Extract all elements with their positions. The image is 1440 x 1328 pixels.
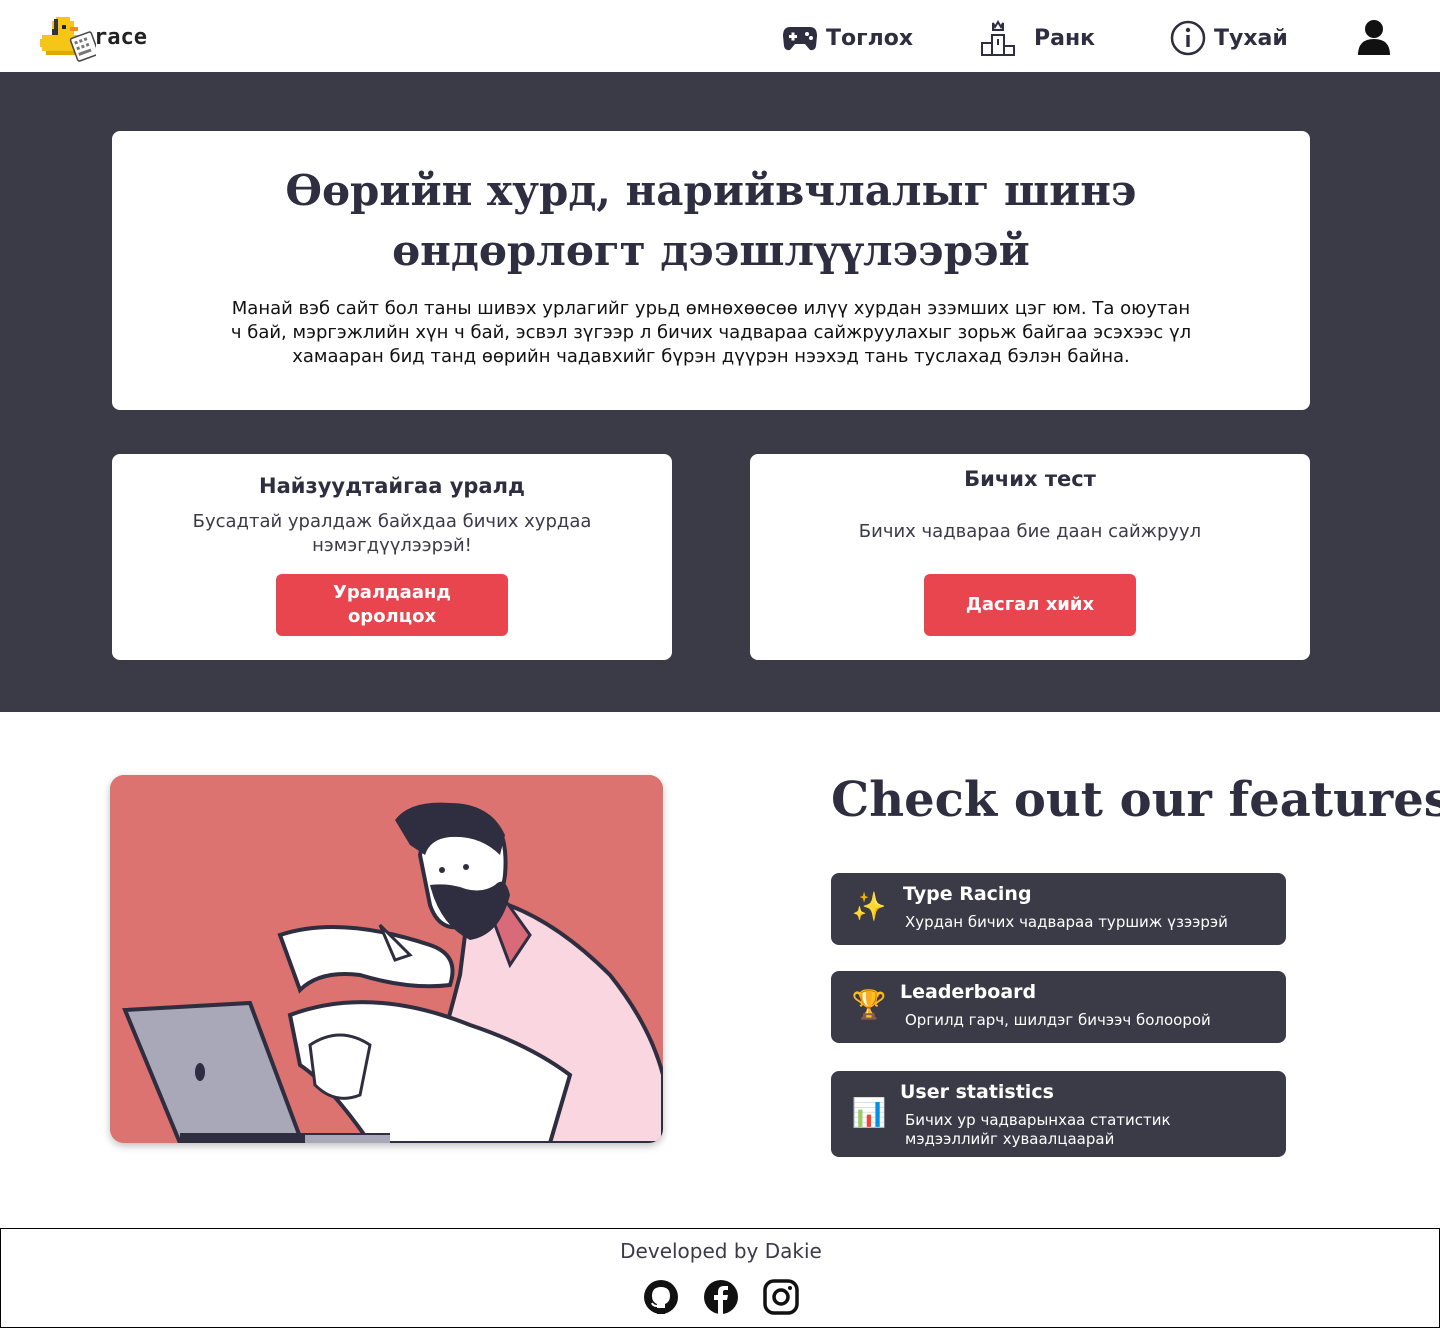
feature-leaderboard[interactable]: 🏆 Leaderboard Оргилд гарч, шилдэг бичээч… [831,971,1286,1043]
feature-title: User statistics [900,1081,1054,1103]
logo[interactable]: race [40,12,160,64]
hero-section: Өөрийн хурд, нарийвчлалыг шинэ өндөрлөгт… [0,72,1440,712]
navbar: race Тоглох Ранк Тухай [0,0,1440,72]
feature-title: Type Racing [903,883,1032,905]
race-card-title: Найзуудтайгаа уралд [259,474,525,498]
nav-play-label: Тоглох [826,25,914,51]
logo-text: race [94,24,147,50]
join-race-button[interactable]: Уралдаанд оролцох [276,574,508,636]
race-card-text: Бусадтай уралдаж байхдаа бичих хурдаа нэ… [192,511,592,556]
feature-desc: Хурдан бичих чадвараа туршиж үзээрэй [905,913,1228,931]
hero-text: Манай вэб сайт бол таны шивэх урлагийг у… [230,298,1192,367]
nav-rank[interactable]: Ранк [980,18,1095,58]
footer: Developed by Dakie [0,1228,1440,1328]
test-card-text: Бичих чадвараа бие даан сайжруул [858,521,1202,542]
test-card-title: Бичих тест [964,467,1096,491]
hero-card: Өөрийн хурд, нарийвчлалыг шинэ өндөрлөгт… [112,131,1310,410]
nav-about-label: Тухай [1214,25,1288,51]
info-icon [1170,20,1206,56]
github-icon[interactable] [643,1279,679,1315]
podium-icon [981,20,1015,56]
nav-rank-label: Ранк [1034,25,1096,51]
hero-title: Өөрийн хурд, нарийвчлалыг шинэ өндөрлөгт… [285,166,1137,275]
feature-title: Leaderboard [900,981,1037,1003]
nav-about[interactable]: Тухай [1170,18,1288,58]
instagram-icon[interactable] [763,1279,799,1315]
sparkles-icon: ✨ [851,891,887,922]
feature-desc: Бичих ур чадварынхаа статистик мэдээллий… [905,1111,1171,1148]
nav-play[interactable]: Тоглох [782,18,913,58]
illustration-drawing [110,775,663,1143]
test-card: Бичих тест Бичих чадвараа бие даан сайжр… [750,454,1310,660]
practice-button[interactable]: Дасгал хийх [924,574,1136,636]
typing-man-illustration [110,775,663,1143]
features-title: Check out our features [831,772,1440,828]
feature-type-racing[interactable]: ✨ Type Racing Хурдан бичих чадвараа турш… [831,873,1286,945]
bar-chart-icon: 📊 [851,1097,887,1128]
gamepad-icon [783,27,817,51]
facebook-icon[interactable] [703,1279,739,1315]
trophy-icon: 🏆 [851,989,887,1020]
race-card: Найзуудтайгаа уралд Бусадтай уралдаж бай… [112,454,672,660]
feature-user-statistics[interactable]: 📊 User statistics Бичих ур чадварынхаа с… [831,1071,1286,1157]
feature-desc: Оргилд гарч, шилдэг бичээч болоорой [905,1011,1211,1029]
user-icon[interactable] [1356,18,1392,56]
footer-credit: Developed by Dakie [620,1239,822,1263]
duck-logo-icon [40,17,96,62]
